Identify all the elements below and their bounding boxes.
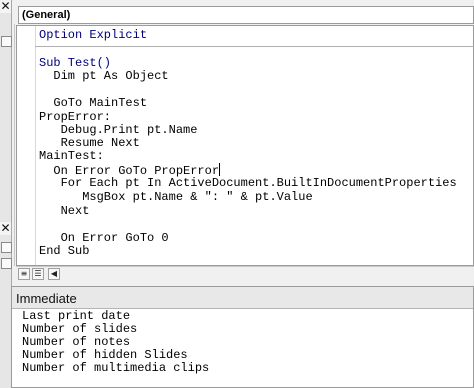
procedure-divider bbox=[35, 46, 474, 47]
scroll-left-icon[interactable]: ◀ bbox=[48, 268, 60, 280]
code-margin-indicator-bar[interactable] bbox=[17, 26, 36, 265]
full-module-view-icon[interactable]: ☰ bbox=[32, 268, 44, 280]
panel-resize-handle[interactable] bbox=[1, 36, 12, 47]
code-line[interactable]: End Sub bbox=[39, 244, 89, 258]
immediate-output-line[interactable]: Number of multimedia clips bbox=[22, 362, 209, 375]
procedure-dropdown-value: (General) bbox=[22, 9, 71, 21]
code-line[interactable]: Resume Next bbox=[39, 136, 140, 150]
panel-resize-handle[interactable] bbox=[1, 258, 12, 269]
immediate-window-title-bar[interactable]: Immediate bbox=[12, 287, 473, 309]
code-line[interactable]: MsgBox pt.Name & ": " & pt.Value bbox=[39, 190, 312, 204]
code-line[interactable]: Sub Test() bbox=[39, 56, 111, 70]
code-line[interactable]: Option Explicit bbox=[39, 28, 147, 42]
immediate-window[interactable]: Immediate Last print date Number of slid… bbox=[11, 286, 474, 388]
code-gutter-separator bbox=[14, 24, 15, 266]
code-line[interactable]: Next bbox=[39, 204, 90, 218]
code-editor[interactable]: Option Explicit Sub Test() Dim pt As Obj… bbox=[16, 25, 474, 266]
code-line[interactable]: On Error GoTo 0 bbox=[39, 231, 169, 245]
close-icon[interactable]: ✕ bbox=[0, 0, 11, 13]
code-line[interactable]: Dim pt As Object bbox=[39, 69, 168, 83]
immediate-window-title: Immediate bbox=[16, 291, 77, 306]
code-line[interactable]: PropError: bbox=[39, 110, 111, 124]
code-line[interactable]: GoTo MainTest bbox=[39, 96, 147, 110]
procedure-view-icon[interactable]: ≡ bbox=[18, 268, 30, 280]
code-scrollbar-row: ≡ ☰ ◀ bbox=[16, 266, 474, 282]
horizontal-scrollbar[interactable] bbox=[64, 268, 472, 280]
close-icon[interactable]: ✕ bbox=[0, 222, 11, 235]
code-line[interactable]: For Each pt In ActiveDocument.BuiltInDoc… bbox=[39, 176, 457, 190]
code-line[interactable]: Debug.Print pt.Name bbox=[39, 123, 198, 137]
procedure-dropdown[interactable]: (General) bbox=[18, 6, 474, 24]
code-line[interactable]: MainTest: bbox=[39, 149, 104, 163]
panel-resize-handle[interactable] bbox=[1, 242, 12, 253]
text-cursor bbox=[219, 163, 221, 176]
